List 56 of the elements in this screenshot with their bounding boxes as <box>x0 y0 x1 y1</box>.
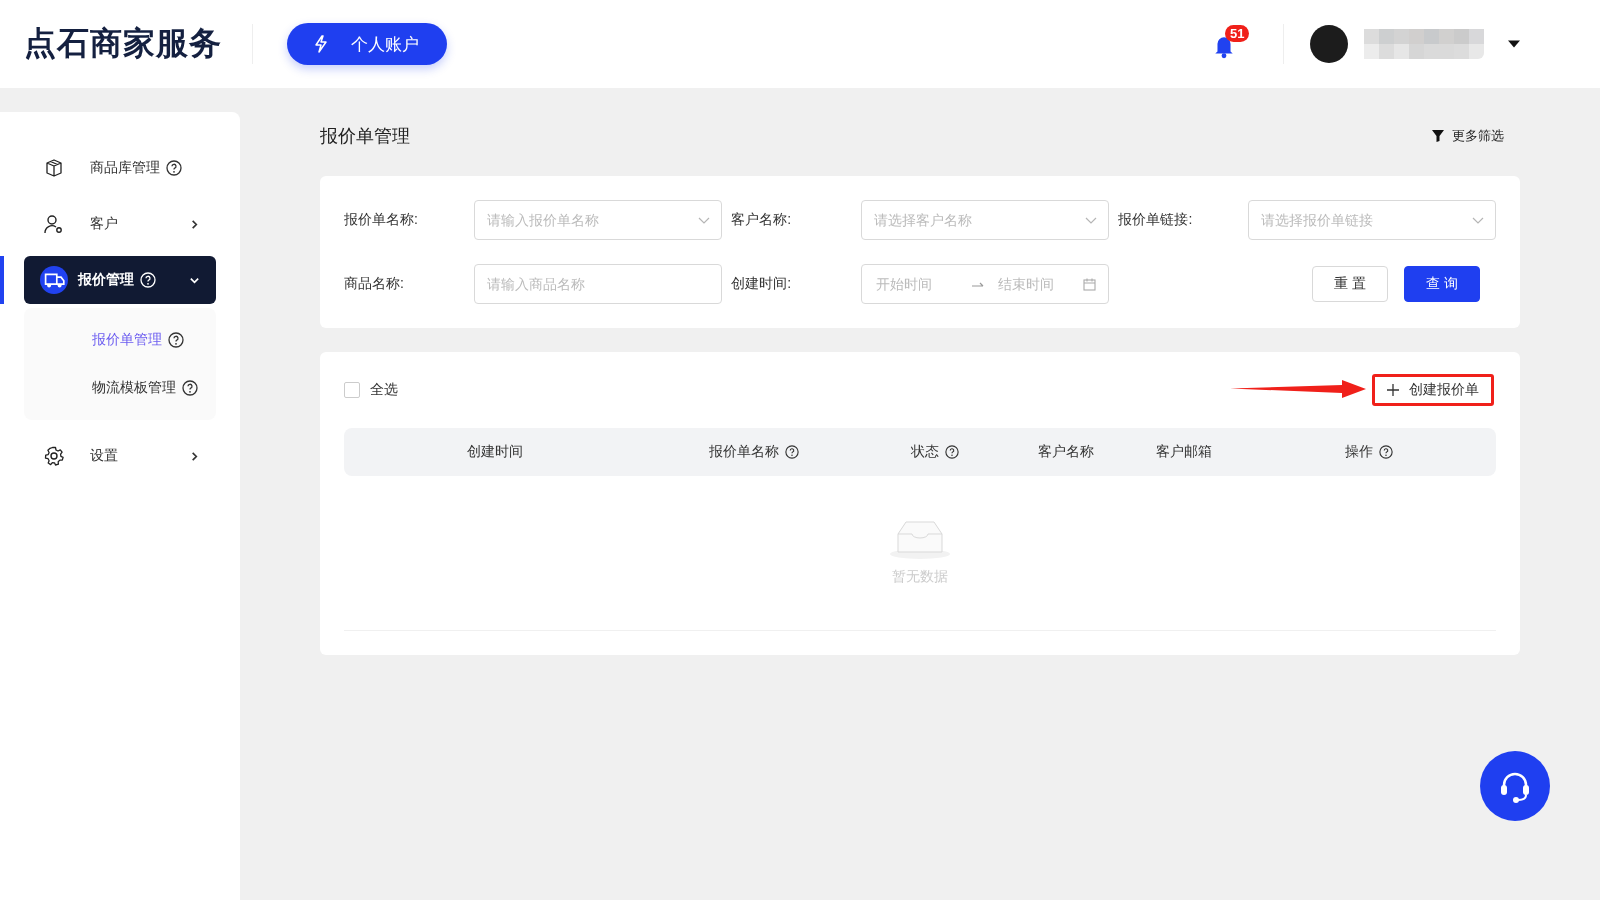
column-header[interactable]: 状态 <box>861 443 1008 461</box>
field-label: 创建时间: <box>731 275 793 293</box>
avatar[interactable] <box>1310 25 1348 63</box>
chevron-right-icon <box>189 450 200 462</box>
help-icon[interactable] <box>944 445 959 459</box>
start-date-field[interactable]: 开始时间 <box>873 275 961 293</box>
reset-button[interactable]: 重 置 <box>1311 266 1388 302</box>
filter-icon <box>1432 130 1444 142</box>
column-header[interactable]: 操作 <box>1242 443 1496 461</box>
column-header[interactable]: 客户邮箱 <box>1125 443 1243 461</box>
logo[interactable]: 点石商家服务 <box>24 22 222 66</box>
field-label: 客户名称: <box>731 211 793 229</box>
input-field[interactable]: 请输入商品名称 <box>473 264 722 304</box>
submenu-item[interactable]: 报价单管理 <box>24 316 216 364</box>
help-icon[interactable] <box>182 380 198 396</box>
settings-icon <box>44 446 64 466</box>
chevron-down-icon <box>697 217 710 224</box>
caret-icon[interactable] <box>1508 40 1520 48</box>
create-quote-button[interactable]: 创建报价单 <box>1372 374 1494 406</box>
field-label: 报价单链接: <box>1118 211 1194 229</box>
search-button[interactable]: 查 询 <box>1403 266 1480 302</box>
select-field[interactable]: 请选择报价单链接 <box>1247 200 1496 240</box>
chevron-right-icon <box>189 218 200 230</box>
chevron-down-icon <box>1471 217 1484 224</box>
sidebar-item[interactable]: 设置 <box>24 432 216 480</box>
truck-icon <box>40 266 68 294</box>
submenu-item[interactable]: 物流模板管理 <box>24 364 216 412</box>
box-icon <box>44 158 64 178</box>
chevron-down-icon <box>1084 217 1097 224</box>
field-label: 商品名称: <box>344 275 405 293</box>
field-label: 报价单名称: <box>344 211 419 229</box>
date-range-field[interactable]: 开始时间 结束时间 <box>860 264 1109 304</box>
column-header[interactable]: 报价单名称 <box>646 443 862 461</box>
column-header[interactable]: 创建时间 <box>344 443 647 461</box>
help-icon[interactable] <box>785 445 800 459</box>
arrow-icon <box>972 280 985 288</box>
user-icon <box>44 214 64 234</box>
help-icon[interactable] <box>166 160 182 176</box>
select-all-checkbox[interactable]: 全选 <box>344 381 398 399</box>
sidebar-item[interactable]: 客户 <box>24 200 216 248</box>
select-field[interactable]: 请选择客户名称 <box>860 200 1109 240</box>
sidebar-item[interactable]: 商品库管理 <box>24 144 216 192</box>
notification-badge: 51 <box>1225 25 1250 42</box>
end-date-field[interactable]: 结束时间 <box>996 275 1083 293</box>
select-field[interactable]: 请输入报价单名称 <box>473 200 722 240</box>
page-title: 报价单管理 <box>320 125 410 148</box>
help-icon[interactable] <box>168 332 184 348</box>
sidebar-item[interactable]: 报价管理 <box>24 256 216 304</box>
calendar-icon <box>1082 277 1096 291</box>
active-indicator <box>0 256 4 304</box>
help-icon[interactable] <box>1379 445 1394 459</box>
lightning-icon <box>313 35 329 53</box>
more-filters-label: 更多筛选 <box>1452 127 1504 145</box>
column-header[interactable]: 客户名称 <box>1007 443 1125 461</box>
account-button[interactable]: 个人账户 <box>287 23 447 65</box>
plus-icon <box>1387 384 1399 396</box>
